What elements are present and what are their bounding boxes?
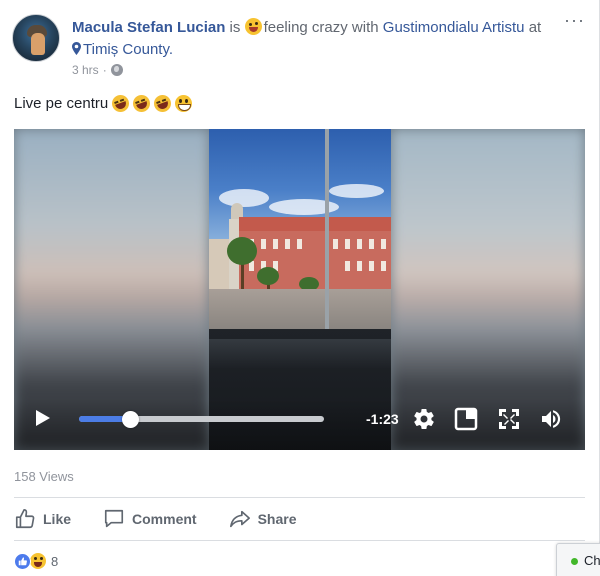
window: [285, 239, 290, 249]
feeling-crazy-emoji-icon: [244, 18, 262, 35]
location-pin-icon: [72, 42, 81, 55]
window: [369, 261, 374, 271]
meta-separator: ·: [102, 63, 107, 77]
location-link[interactable]: Timiș County.: [83, 41, 173, 58]
verb-text: is: [229, 19, 241, 36]
reaction-summary[interactable]: 8: [14, 552, 58, 570]
building-roof: [239, 217, 391, 231]
post-message-text: Live pe centru: [14, 95, 109, 112]
window: [273, 239, 278, 249]
picture-in-picture-icon[interactable]: [454, 407, 478, 431]
like-button[interactable]: Like: [14, 508, 71, 530]
tree: [227, 237, 257, 265]
divider: [14, 540, 585, 541]
tagged-person-link[interactable]: Gustimondialu Artistu: [383, 19, 525, 36]
rolling-laughing-emoji-icon: [151, 92, 174, 115]
chat-label: Ch: [584, 553, 600, 568]
feeling-text: feeling crazy with: [263, 19, 379, 36]
volume-icon[interactable]: [539, 407, 563, 431]
video-player[interactable]: -1:23: [14, 129, 585, 450]
post-actions: Like Comment Share: [14, 506, 329, 532]
at-text: at: [528, 19, 542, 36]
post-message: Live pe centru: [14, 92, 193, 115]
chat-tab[interactable]: Ch: [556, 543, 600, 576]
grinning-emoji-icon: [175, 95, 193, 112]
like-thumb-icon: [15, 509, 35, 529]
window: [357, 261, 362, 271]
dashboard-reflection: [209, 339, 391, 369]
divider: [14, 497, 585, 498]
like-reaction-thumb: [18, 556, 27, 565]
progress-track[interactable]: [79, 416, 324, 422]
rolling-laughing-emoji-icon: [109, 92, 132, 115]
cloud: [219, 189, 269, 207]
window: [261, 239, 266, 249]
share-label: Share: [257, 511, 297, 527]
town-square: [209, 289, 391, 329]
play-icon[interactable]: [36, 410, 50, 426]
haha-reaction-icon: [29, 552, 47, 570]
author-avatar[interactable]: [12, 14, 60, 62]
window: [297, 239, 302, 249]
globe-icon[interactable]: [110, 64, 123, 76]
post-meta: 3 hrs ·: [72, 63, 123, 77]
online-status-dot: [571, 558, 578, 565]
comment-label: Comment: [132, 511, 197, 527]
comment-button[interactable]: Comment: [103, 508, 197, 530]
more-options-button[interactable]: ···: [564, 11, 585, 29]
window: [357, 239, 362, 249]
share-icon: [229, 510, 250, 528]
share-button[interactable]: Share: [229, 508, 297, 530]
window: [381, 239, 386, 249]
tree: [257, 267, 279, 285]
view-count: 158 Views: [14, 469, 74, 484]
avatar-figure: [31, 33, 45, 55]
cloud: [329, 184, 384, 198]
settings-gear-icon[interactable]: [412, 407, 436, 431]
window: [333, 239, 338, 249]
window: [381, 261, 386, 271]
time-remaining: -1:23: [366, 411, 399, 427]
reaction-count: 8: [51, 553, 59, 569]
author-name[interactable]: Macula Stefan Lucian: [72, 19, 225, 36]
comment-icon: [104, 509, 124, 528]
like-label: Like: [43, 511, 72, 527]
progress-knob[interactable]: [122, 411, 139, 428]
post-header: Macula Stefan Lucian is feeling crazy wi…: [72, 17, 542, 61]
fullscreen-icon[interactable]: [497, 407, 521, 431]
feed-post: Macula Stefan Lucian is feeling crazy wi…: [0, 0, 600, 576]
rolling-laughing-emoji-icon: [130, 92, 153, 115]
lamp-pole: [325, 129, 329, 334]
window: [345, 239, 350, 249]
post-timestamp[interactable]: 3 hrs: [72, 63, 99, 77]
window: [345, 261, 350, 271]
window: [369, 239, 374, 249]
like-reaction-icon: [14, 552, 31, 570]
